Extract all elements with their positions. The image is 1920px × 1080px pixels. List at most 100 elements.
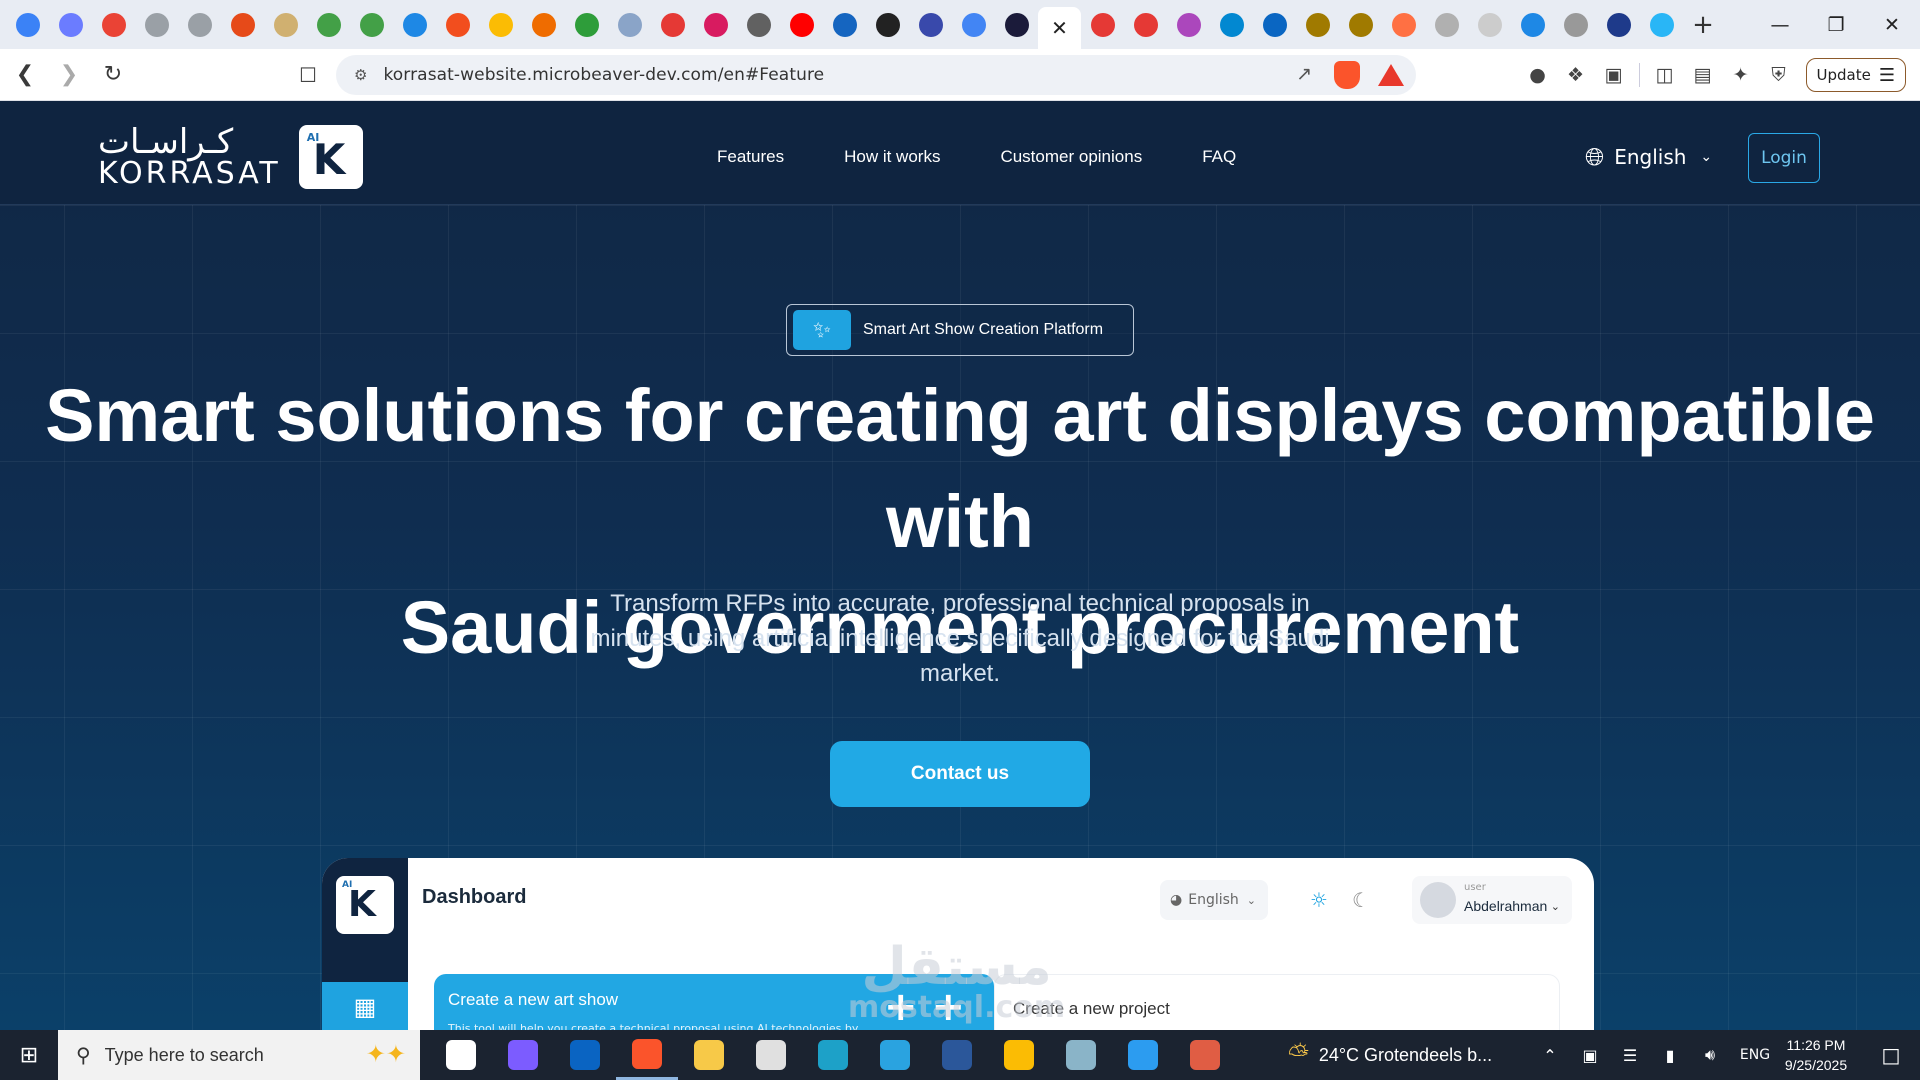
nav-features[interactable]: Features xyxy=(717,147,784,167)
platform-badge-text: Smart Art Show Creation Platform xyxy=(863,321,1104,338)
minimize-button[interactable]: — xyxy=(1752,0,1808,49)
taskbar-app[interactable] xyxy=(988,1030,1050,1080)
browser-tab[interactable] xyxy=(135,5,178,45)
browser-tab[interactable] xyxy=(307,5,350,45)
browser-tab[interactable] xyxy=(823,5,866,45)
browser-tab[interactable] xyxy=(1081,5,1124,45)
taskbar-app[interactable] xyxy=(616,1030,678,1080)
browser-tab[interactable] xyxy=(608,5,651,45)
start-button[interactable]: ⊞ xyxy=(0,1030,58,1080)
browser-tab[interactable] xyxy=(1296,5,1339,45)
nav-customer-opinions[interactable]: Customer opinions xyxy=(1000,147,1142,167)
browser-tab[interactable] xyxy=(1124,5,1167,45)
browser-tab[interactable] xyxy=(1210,5,1253,45)
browser-tab[interactable] xyxy=(694,5,737,45)
taskbar-app[interactable] xyxy=(430,1030,492,1080)
share-icon[interactable]: ↗ xyxy=(1296,63,1312,85)
show-hidden-icons-icon[interactable]: ⌃ xyxy=(1530,1046,1570,1065)
wallet-icon[interactable]: ▤ xyxy=(1684,56,1722,94)
new-tab-button[interactable]: + xyxy=(1683,10,1723,40)
close-window-button[interactable]: ✕ xyxy=(1864,0,1920,49)
browser-tab[interactable] xyxy=(1382,5,1425,45)
browser-tab[interactable] xyxy=(1339,5,1382,45)
leo-ai-icon[interactable]: ✦ xyxy=(1722,56,1760,94)
site-info-icon[interactable]: ⚙ xyxy=(354,66,367,84)
browser-tab[interactable]: ✕ xyxy=(1038,7,1081,49)
language-selector[interactable]: 🌐︎ English ⌄ xyxy=(1585,143,1712,171)
browser-tab[interactable] xyxy=(780,5,823,45)
browser-tab[interactable] xyxy=(995,5,1038,45)
sidebar-icon[interactable]: ◫ xyxy=(1646,56,1684,94)
browser-tab[interactable] xyxy=(522,5,565,45)
browser-tab[interactable] xyxy=(1425,5,1468,45)
bookmark-icon[interactable]: ☐ xyxy=(292,57,324,93)
browser-tab[interactable] xyxy=(1468,5,1511,45)
taskbar-app[interactable] xyxy=(802,1030,864,1080)
back-button[interactable]: ❮ xyxy=(6,56,44,94)
browser-tab[interactable] xyxy=(221,5,264,45)
clock[interactable]: 11:26 PM 9/25/2025 xyxy=(1770,1035,1862,1075)
browser-tab[interactable] xyxy=(737,5,780,45)
url-text[interactable]: korrasat-website.microbeaver-dev.com/en#… xyxy=(383,65,824,85)
browser-tab[interactable] xyxy=(350,5,393,45)
taskbar-search[interactable]: ⚲ Type here to search ✦✦ xyxy=(58,1030,420,1080)
taskbar-app[interactable] xyxy=(492,1030,554,1080)
browser-tab[interactable] xyxy=(6,5,49,45)
browser-tab[interactable] xyxy=(393,5,436,45)
menu-icon: ☰ xyxy=(1878,64,1895,86)
browser-tab[interactable] xyxy=(651,5,694,45)
logo-english: KORRASAT xyxy=(98,156,281,191)
taskbar-app[interactable] xyxy=(740,1030,802,1080)
browser-tab[interactable] xyxy=(866,5,909,45)
taskbar-app[interactable] xyxy=(1112,1030,1174,1080)
app-icon xyxy=(488,12,513,37)
restore-button[interactable]: ❐ xyxy=(1808,0,1864,49)
brave-shields-icon[interactable] xyxy=(1334,61,1360,89)
taskbar-app[interactable] xyxy=(554,1030,616,1080)
browser-tab[interactable] xyxy=(952,5,995,45)
browser-tab[interactable] xyxy=(565,5,608,45)
taskbar-app[interactable] xyxy=(1050,1030,1112,1080)
extension-icon[interactable]: ● xyxy=(1519,56,1557,94)
close-icon[interactable]: ✕ xyxy=(1051,16,1068,40)
nav-faq[interactable]: FAQ xyxy=(1202,147,1236,167)
forward-button[interactable]: ❯ xyxy=(50,56,88,94)
browser-tab[interactable] xyxy=(909,5,952,45)
browser-tab[interactable] xyxy=(1554,5,1597,45)
browser-tab[interactable] xyxy=(1511,5,1554,45)
browser-tab[interactable] xyxy=(1253,5,1296,45)
create-art-show-title: Create a new art show xyxy=(448,990,619,1009)
update-button[interactable]: Update ☰ xyxy=(1805,58,1906,92)
battery-icon[interactable]: ▮ xyxy=(1650,1046,1690,1065)
browser-tab[interactable] xyxy=(1167,5,1210,45)
browser-tab[interactable] xyxy=(49,5,92,45)
korrasat-logo[interactable]: كـراسـات KORRASAT AI K xyxy=(98,125,363,189)
notification-icon[interactable]: □ xyxy=(1862,1030,1920,1080)
brave-rewards-icon[interactable] xyxy=(1378,64,1404,86)
screenshot-icon[interactable]: ▣ xyxy=(1595,56,1633,94)
meet-icon[interactable]: ▣ xyxy=(1570,1046,1610,1065)
taskbar-app[interactable] xyxy=(864,1030,926,1080)
browser-tab[interactable] xyxy=(178,5,221,45)
browser-tab[interactable] xyxy=(1597,5,1640,45)
edge-icon xyxy=(818,1040,848,1070)
volume-icon[interactable]: 🔊︎ xyxy=(1690,1045,1730,1065)
browser-tab[interactable] xyxy=(1640,5,1683,45)
vpn-shield-icon[interactable]: ⛨ xyxy=(1760,56,1798,94)
browser-tab[interactable] xyxy=(264,5,307,45)
taskbar-app[interactable] xyxy=(678,1030,740,1080)
reload-button[interactable]: ↻ xyxy=(94,56,132,94)
login-button[interactable]: Login xyxy=(1748,133,1820,183)
browser-tab[interactable] xyxy=(92,5,135,45)
address-bar[interactable]: ⚙ korrasat-website.microbeaver-dev.com/e… xyxy=(336,55,1416,95)
contact-us-button[interactable]: Contact us xyxy=(830,741,1090,807)
weather-widget[interactable]: ⛅︎ 24°C Grotendeels b... xyxy=(1288,1030,1492,1080)
file-explorer-icon xyxy=(694,1040,724,1070)
taskbar-app[interactable] xyxy=(926,1030,988,1080)
taskbar-app[interactable] xyxy=(1174,1030,1236,1080)
puzzle-icon[interactable]: ❖ xyxy=(1557,56,1595,94)
browser-tab[interactable] xyxy=(479,5,522,45)
browser-tab[interactable] xyxy=(436,5,479,45)
wifi-icon[interactable]: ☰ xyxy=(1610,1046,1650,1065)
nav-how-it-works[interactable]: How it works xyxy=(844,147,940,167)
